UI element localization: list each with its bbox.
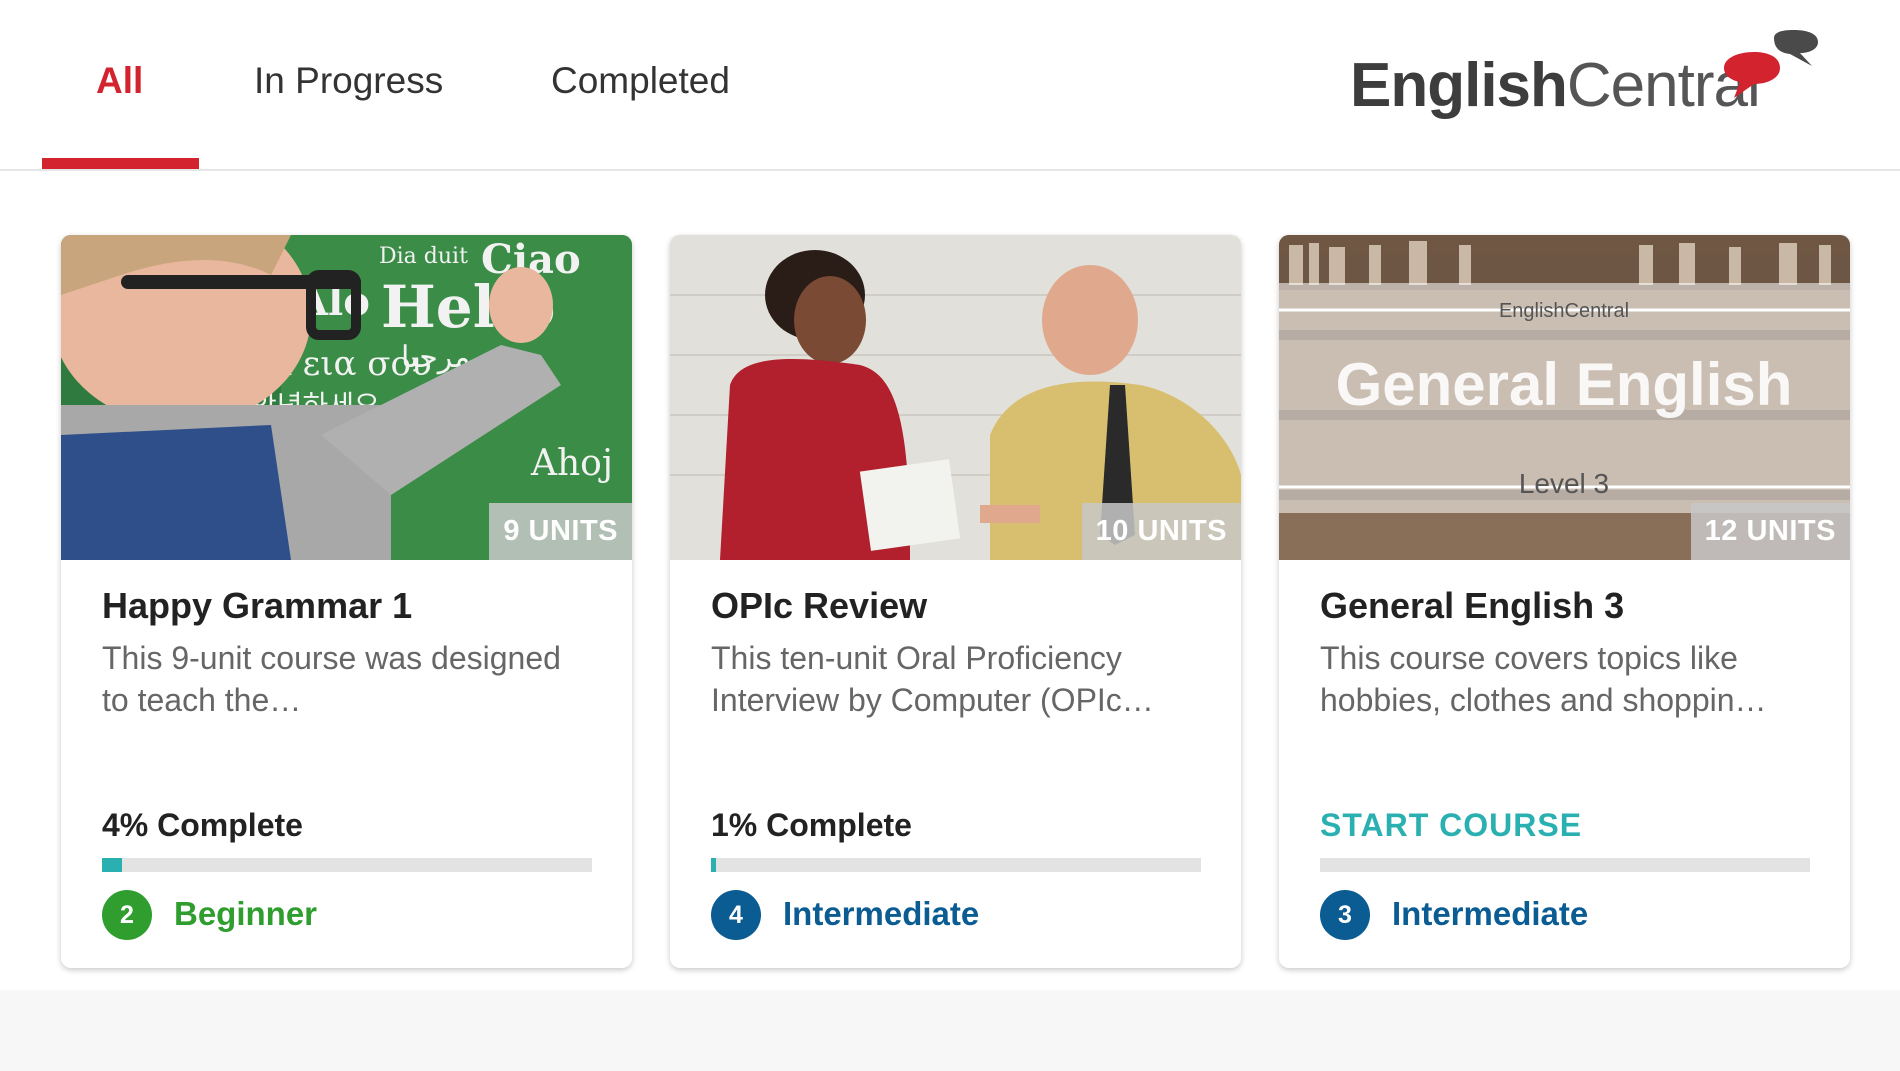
course-title[interactable]: General English 3 [1320,585,1624,627]
progress-fill [102,858,122,872]
course-card-general-english-3[interactable]: EnglishCentral General English Level 3 1… [1279,235,1850,968]
course-card-happy-grammar[interactable]: Alo Hello Ciao Dia duit Γεια σου مرحبا 안… [61,235,632,968]
logo-text-bold: English [1350,51,1568,120]
image-brand-text: EnglishCentral [1499,300,1629,322]
englishcentral-logo[interactable]: EnglishCentral [1350,30,1820,130]
footer-area [0,990,1900,1071]
progress-fill [711,858,716,872]
course-description: This course covers topics like hobbies, … [1320,640,1767,718]
speech-bubbles-icon [1724,30,1818,98]
course-card-opic-review[interactable]: 10 UNITS OPIc Review This ten-unit Oral … [670,235,1241,968]
units-badge: 12 UNITS [1690,503,1850,560]
tab-completed[interactable]: Completed [551,60,730,170]
image-subtitle-text: Level 3 [1519,468,1609,499]
image-word-dia-duit: Dia duit [379,244,468,269]
course-title[interactable]: OPIc Review [711,585,927,627]
level-label: Intermediate [783,895,980,932]
units-badge: 9 UNITS [489,503,632,560]
level-number-badge: 2 [102,890,152,940]
progress-bar [102,858,592,872]
start-course-button[interactable]: START COURSE [1320,807,1582,844]
progress-label: 1% Complete [711,807,912,843]
course-title[interactable]: Happy Grammar 1 [102,585,412,627]
course-description: This ten-unit Oral Proficiency Interview… [711,640,1154,718]
course-image: Alo Hello Ciao Dia duit Γεια σου مرحبا 안… [61,235,632,560]
active-tab-indicator [42,158,199,169]
tab-all[interactable]: All [96,60,143,170]
image-title-text: General English [1336,351,1793,418]
level-label: Intermediate [1392,895,1589,932]
level-number-badge: 3 [1320,890,1370,940]
course-image: 10 UNITS [670,235,1241,560]
header: All In Progress Completed EnglishCentral [0,0,1900,171]
course-image: EnglishCentral General English Level 3 1… [1279,235,1850,560]
progress-bar [1320,858,1810,872]
progress-label: 4% Complete [102,807,303,843]
image-word-ahoj: Ahoj [530,443,613,484]
level-label: Beginner [174,895,318,932]
tab-in-progress[interactable]: In Progress [254,60,443,170]
course-description: This 9-unit course was designed to teach… [102,640,561,718]
logo-wordmark: EnglishCentral [1350,50,1761,121]
level-number-badge: 4 [711,890,761,940]
units-badge: 10 UNITS [1081,503,1241,560]
progress-bar [711,858,1201,872]
